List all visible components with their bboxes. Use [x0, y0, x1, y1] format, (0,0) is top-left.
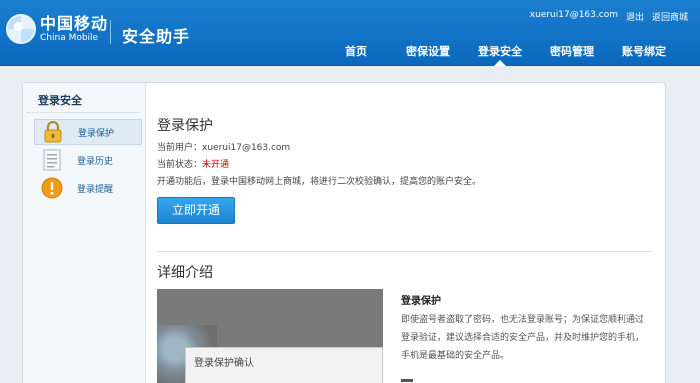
nav-account-binding[interactable]: 账号绑定 — [608, 40, 680, 66]
detail-section-title: 详细介绍 — [157, 265, 213, 281]
app-title: 安全助手 — [122, 27, 191, 46]
logout-link[interactable]: 退出 — [626, 10, 644, 23]
sidebar: 登录安全 登录保护 登录历史 登录提醒 — [23, 83, 146, 383]
current-user-label: 当前用户： — [157, 143, 203, 153]
china-mobile-logo-icon — [6, 14, 36, 44]
status-label: 当前状态： — [157, 160, 203, 170]
back-to-mall-link[interactable]: 返回商城 — [652, 10, 688, 23]
detail-text: 即使盗号者盗取了密码，也无法登录账号；为保证您顺利通过登录验证，建议选择合适的安… — [401, 315, 645, 361]
header-bar: 中国移动 China Mobile 安全助手 xuerui17@163.com … — [0, 0, 700, 66]
preview-dialog: 登录保护确认 — [185, 347, 383, 383]
section-divider — [157, 251, 653, 252]
sidebar-item-label: 登录历史 — [77, 156, 114, 167]
nav-security-settings[interactable]: 密保设置 — [392, 40, 464, 66]
document-icon — [41, 149, 63, 171]
top-links: xuerui17@163.com 退出 返回商城 — [530, 10, 688, 23]
sidebar-item-login-history[interactable]: 登录历史 — [34, 147, 142, 173]
lock-icon — [42, 121, 64, 143]
sidebar-item-label: 登录保护 — [78, 128, 115, 139]
user-email: xuerui17@163.com — [529, 10, 618, 20]
status-line: 当前状态：未开通 — [157, 157, 229, 170]
logo-text: 中国移动 China Mobile — [40, 13, 109, 43]
feature-description: 开通功能后，登录中国移动网上商城，将进行二次校验确认，提高您的账户安全。 — [157, 177, 482, 187]
logo-cn: 中国移动 — [40, 13, 109, 33]
enable-now-button[interactable]: 立即开通 — [157, 197, 235, 224]
current-user-value: xuerui17@163.com — [202, 143, 291, 153]
header-divider — [110, 20, 111, 44]
china-mobile-logo[interactable]: 中国移动 China Mobile — [6, 14, 108, 44]
logo-en: China Mobile — [40, 32, 99, 43]
status-badge: 未开通 — [202, 160, 230, 170]
main-nav: 首页 密保设置 登录安全 密码管理 账号绑定 — [320, 40, 680, 66]
sidebar-title: 登录安全 — [27, 83, 141, 113]
content-area: 登录保护 当前用户：xuerui17@163.com 当前状态：未开通 开通功能… — [157, 83, 665, 383]
sidebar-item-label: 登录提醒 — [77, 184, 114, 195]
next-item-marker — [401, 379, 413, 382]
preview-image: 登录保护确认 — [157, 289, 383, 383]
main-panel: 登录安全 登录保护 登录历史 登录提醒 登录保护 当前用户：xuerui17@1… — [22, 82, 666, 383]
current-user-line: 当前用户：xuerui17@163.com — [157, 140, 290, 153]
page-title: 登录保护 — [157, 118, 213, 134]
nav-home[interactable]: 首页 — [320, 40, 392, 66]
alert-icon — [41, 177, 63, 199]
sidebar-item-login-alert[interactable]: 登录提醒 — [34, 175, 142, 201]
nav-login-security[interactable]: 登录安全 — [464, 40, 536, 66]
preview-dialog-title: 登录保护确认 — [194, 358, 254, 369]
nav-password-management[interactable]: 密码管理 — [536, 40, 608, 66]
sidebar-item-login-protection[interactable]: 登录保护 — [34, 119, 142, 145]
detail-heading: 登录保护 — [401, 296, 441, 307]
